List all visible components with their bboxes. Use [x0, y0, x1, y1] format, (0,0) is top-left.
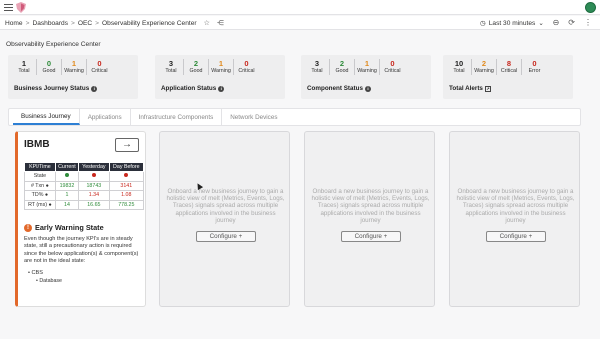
alert-circle-icon: !	[24, 223, 32, 232]
col-header: Current	[54, 162, 80, 172]
section-title: Observability Experience Center	[6, 41, 101, 48]
total-alerts-card: 10 Total 2 Warning 8 Critical 0 Error Total …	[443, 55, 573, 99]
info-icon[interactable]: ●	[45, 192, 48, 198]
clock-icon: ◷	[480, 20, 486, 27]
metric-critical: 0 Critical	[91, 59, 108, 74]
list-item: • CBS	[28, 270, 44, 276]
journey-card-ibmb[interactable]: IBMB → KPI/Time Current Yesterday Day Be…	[15, 131, 146, 307]
metric-critical: 8 Critical	[497, 59, 522, 75]
metric-warning: 1 Warning	[62, 59, 87, 75]
onboard-card: Onboard a new business journey to gain a…	[159, 131, 290, 307]
onboard-text: Onboard a new business journey to gain a…	[456, 188, 575, 224]
metrics-row: 10 Total 2 Warning 8 Critical 0 Error	[447, 59, 547, 75]
breadcrumb: Home > Dashboards > OEC > Observability …	[5, 19, 224, 28]
business-journey-status-card: 1 Total 0 Good 1 Warning 0 Critical Business…	[8, 55, 138, 99]
card-title: Application Status i	[161, 85, 225, 92]
metric-critical: 0 Critical	[384, 59, 401, 74]
metric-warning: 1 Warning	[355, 59, 380, 75]
tab-applications[interactable]: Applications	[80, 109, 131, 125]
tab-infrastructure-components[interactable]: Infrastructure Components	[131, 109, 223, 125]
configure-button[interactable]: Configure +	[486, 231, 546, 242]
external-link-icon[interactable]: ↗	[484, 85, 491, 92]
metrics-row: 3 Total 2 Good 1 Warning 0 Critical	[305, 59, 405, 75]
refresh-icon[interactable]: ⟳	[568, 18, 575, 27]
status-dot-red	[124, 173, 129, 178]
card-title: Total Alerts ↗	[449, 85, 491, 92]
row-label: # Txn ●	[24, 180, 56, 191]
metric-good: 2 Good	[184, 59, 209, 75]
metric-error: 0 Error	[528, 59, 541, 74]
info-icon[interactable]: i	[91, 85, 98, 92]
shield-logo-icon[interactable]	[16, 2, 26, 13]
breadcrumb-bar: Home > Dashboards > OEC > Observability …	[0, 16, 600, 30]
metric-total: 3 Total	[159, 59, 184, 75]
time-range-picker[interactable]: ◷ Last 30 minutes ⌄	[480, 19, 544, 28]
zoom-out-icon[interactable]: ⊖	[553, 18, 560, 27]
kpi-table: KPI/Time Current Yesterday Day Before St…	[24, 162, 145, 210]
hamburger-icon[interactable]	[4, 4, 13, 11]
row-label: State	[24, 171, 56, 182]
status-dot-red	[91, 173, 96, 178]
metric-total: 1 Total	[12, 59, 37, 75]
time-range-label: Last 30 minutes	[488, 19, 536, 27]
breadcrumb-home[interactable]: Home	[5, 20, 23, 27]
metric-good: 2 Good	[330, 59, 355, 75]
table-row: # Txn ● 19832 18743 3141	[24, 180, 145, 191]
metrics-row: 3 Total 2 Good 1 Warning 0 Critical	[159, 59, 259, 75]
breadcrumb-current: Observability Experience Center	[102, 19, 197, 27]
card-title: Business Journey Status i	[14, 85, 98, 92]
warning-heading: ! Early Warning State	[24, 223, 104, 232]
metric-good: 0 Good	[37, 59, 62, 75]
top-bar	[0, 0, 600, 15]
tab-business-journey[interactable]: Business Journey	[13, 109, 80, 125]
configure-button[interactable]: Configure +	[196, 231, 256, 242]
metric-total: 3 Total	[305, 59, 330, 75]
breadcrumb-dashboards[interactable]: Dashboards	[32, 20, 68, 27]
metric-total: 10 Total	[447, 59, 472, 75]
arrow-right-icon[interactable]: →	[115, 138, 139, 152]
col-header: Yesterday	[78, 162, 110, 172]
table-row: RT (ms) ● 14 16.65 778.25	[24, 199, 145, 210]
tab-network-devices[interactable]: Network Devices	[222, 109, 285, 125]
breadcrumb-oec[interactable]: OEC	[78, 20, 92, 27]
share-icon[interactable]: ⋲	[217, 19, 224, 27]
row-label: RT (ms) ●	[24, 199, 56, 210]
onboard-card: Onboard a new business journey to gain a…	[304, 131, 435, 307]
col-header: Day Before	[108, 162, 145, 172]
journey-title: IBMB	[24, 139, 50, 150]
tab-bar: Business Journey Applications Infrastruc…	[8, 108, 581, 126]
table-row: State	[24, 171, 145, 182]
metric-warning: 1 Warning	[209, 59, 234, 75]
more-vertical-icon[interactable]: ⋮	[584, 18, 592, 27]
row-label: TD% ●	[24, 190, 56, 201]
component-status-card: 3 Total 2 Good 1 Warning 0 Critical Componen…	[301, 55, 431, 99]
status-dot-green	[64, 173, 69, 178]
card-title: Component Status i	[307, 85, 371, 92]
metrics-row: 1 Total 0 Good 1 Warning 0 Critical	[12, 59, 112, 75]
chevron-down-icon: ⌄	[538, 20, 544, 27]
onboard-card: Onboard a new business journey to gain a…	[449, 131, 580, 307]
list-subitem: • Database	[36, 277, 63, 284]
info-icon[interactable]: ●	[46, 183, 49, 189]
metric-warning: 2 Warning	[472, 59, 497, 75]
warning-list: • CBS • Database	[28, 270, 62, 285]
info-icon[interactable]: i	[364, 85, 371, 92]
application-status-card: 3 Total 2 Good 1 Warning 0 Critical Applicat…	[155, 55, 285, 99]
star-icon[interactable]: ☆	[204, 19, 210, 27]
warning-text: Even though the journey KPI's are in ste…	[24, 236, 139, 264]
configure-button[interactable]: Configure +	[341, 231, 401, 242]
user-avatar-icon[interactable]	[585, 2, 596, 13]
table-row: TD% ● 1 1.34 1.08	[24, 190, 145, 201]
onboard-text: Onboard a new business journey to gain a…	[311, 188, 430, 224]
metric-critical: 0 Critical	[238, 59, 255, 74]
onboard-text: Onboard a new business journey to gain a…	[166, 188, 285, 224]
info-icon[interactable]: ●	[49, 202, 52, 208]
info-icon[interactable]: i	[218, 85, 225, 92]
col-header: KPI/Time	[24, 162, 56, 172]
